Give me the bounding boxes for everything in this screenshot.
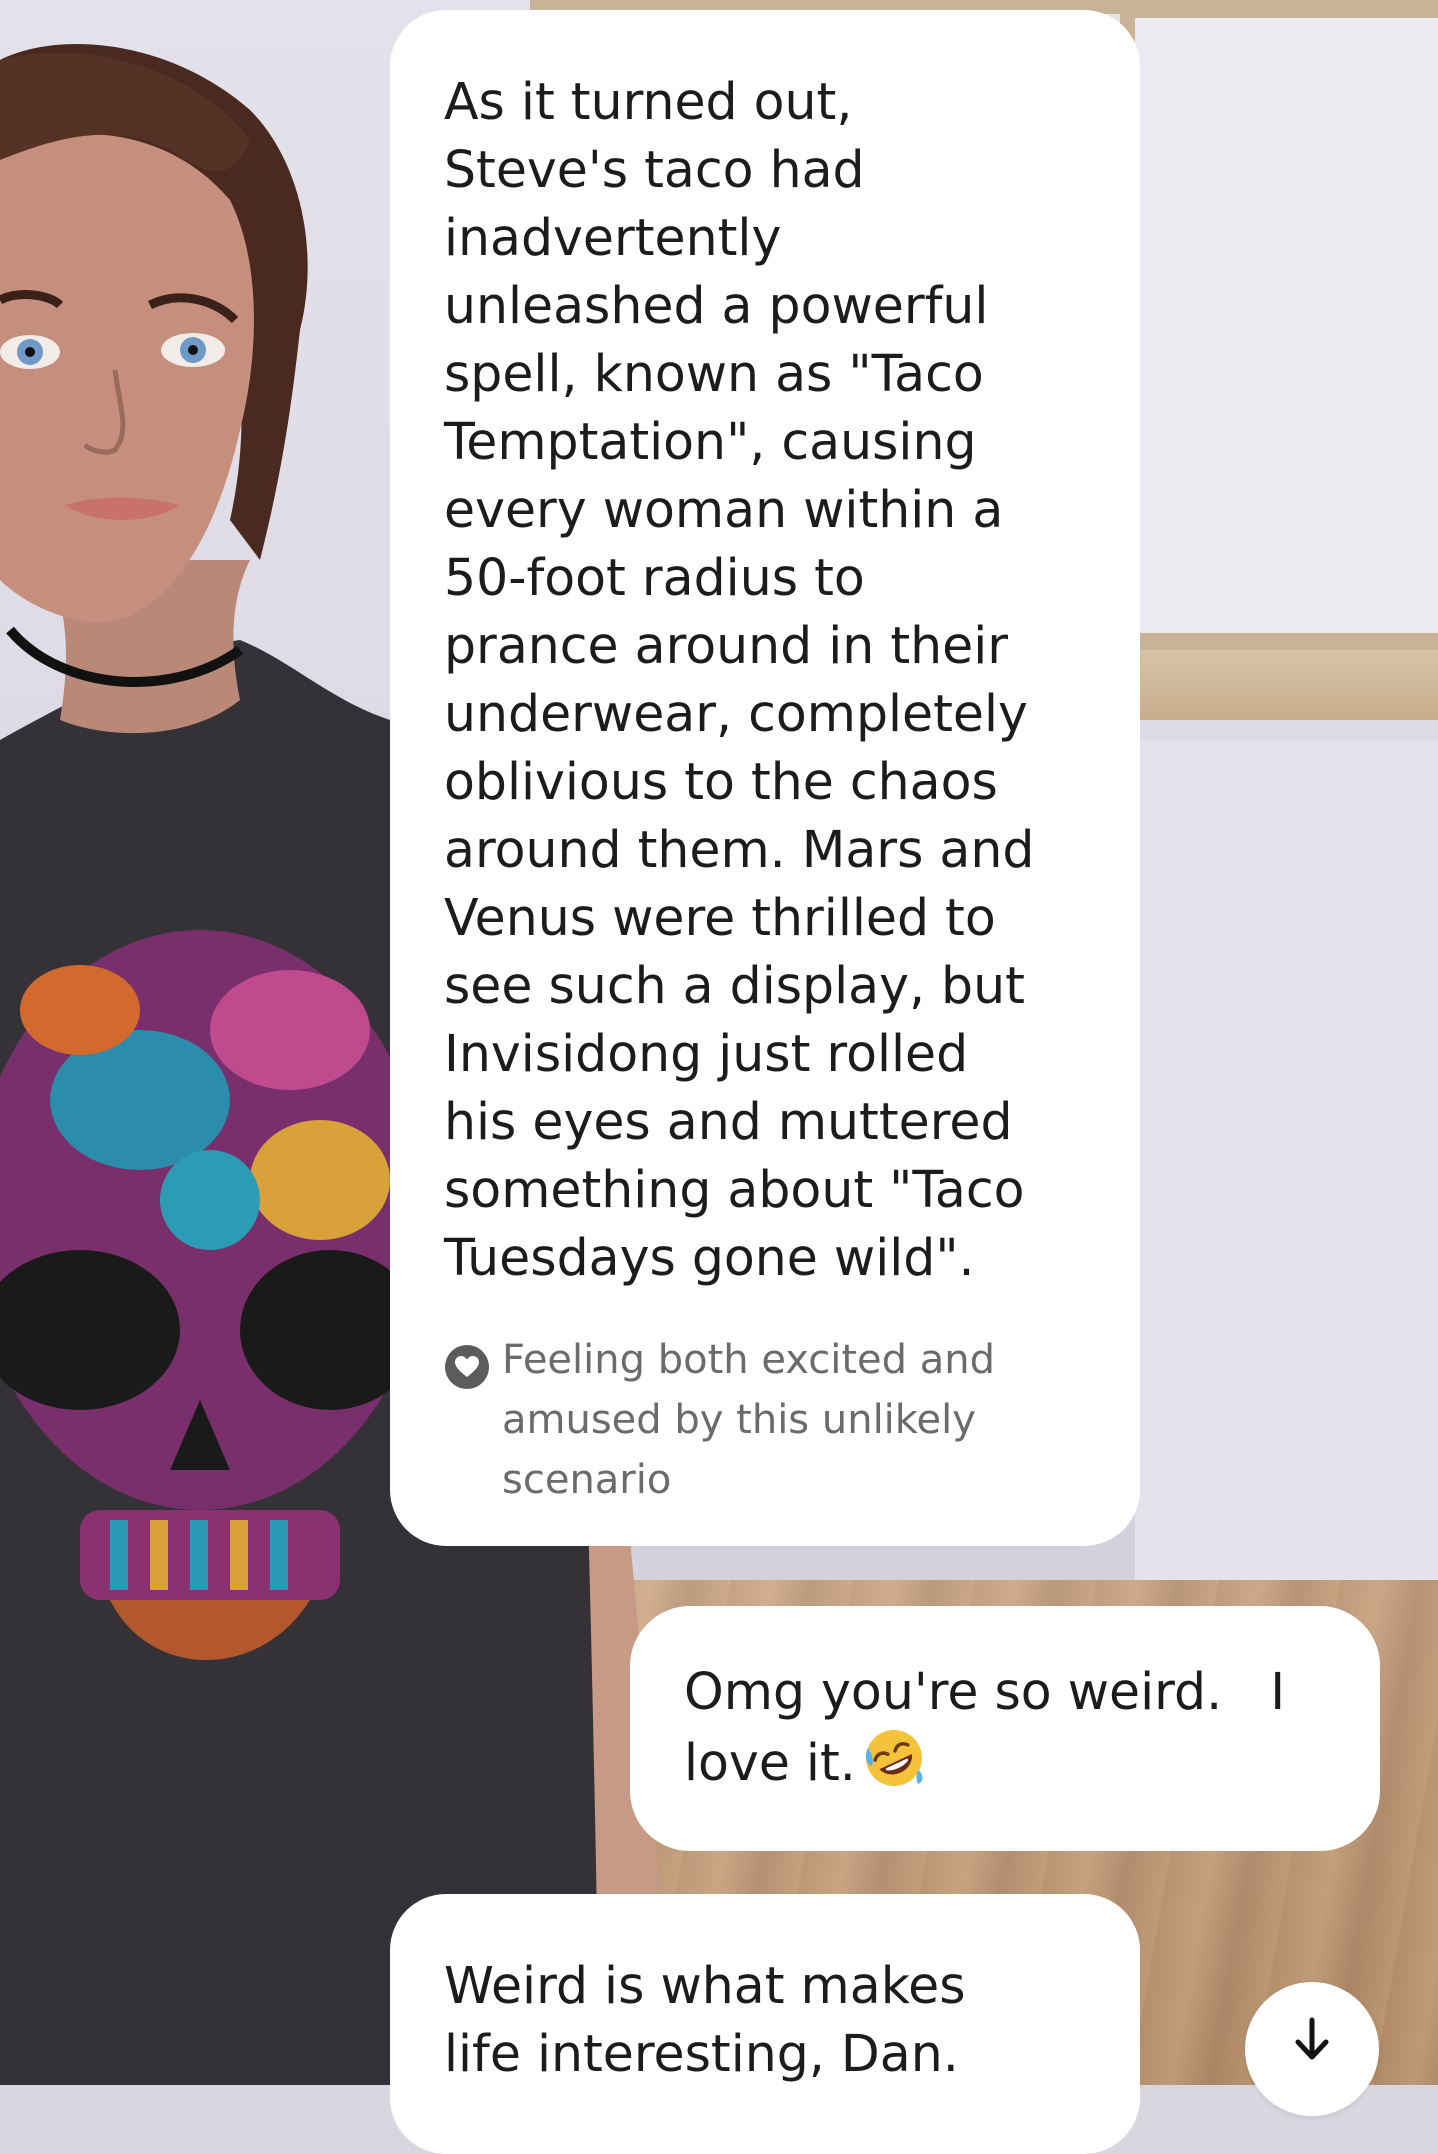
ai-message-text: As it turned out, Steve's taco had inadv…: [444, 72, 1035, 1287]
ai-message-bubble: Weird is what makes life interesting, Da…: [390, 1894, 1140, 2154]
ai-message-bubble: As it turned out, Steve's taco had inadv…: [390, 10, 1140, 1546]
mood-indicator: Feeling both excited and amused by this …: [444, 1330, 1086, 1510]
scroll-to-bottom-button[interactable]: [1245, 1982, 1379, 2116]
rolling-on-floor-laughing-emoji: [865, 1730, 923, 1786]
arrow-down-icon: [1295, 2017, 1329, 2060]
mood-text: Feeling both excited and amused by this …: [502, 1337, 995, 1503]
ai-message-text: Weird is what makes life interesting, Da…: [444, 1956, 966, 2083]
user-message-bubble: Omg you're so weird. I love it.: [630, 1606, 1380, 1851]
shelf-panel-lower: [1135, 740, 1438, 1610]
avatar-face: [0, 134, 254, 622]
user-message-text: Omg you're so weird. I love it.: [684, 1658, 1326, 1797]
heart-badge-icon: [445, 1345, 489, 1389]
shelf-board: [1120, 650, 1438, 720]
shelf-panel-upper: [1135, 18, 1438, 633]
